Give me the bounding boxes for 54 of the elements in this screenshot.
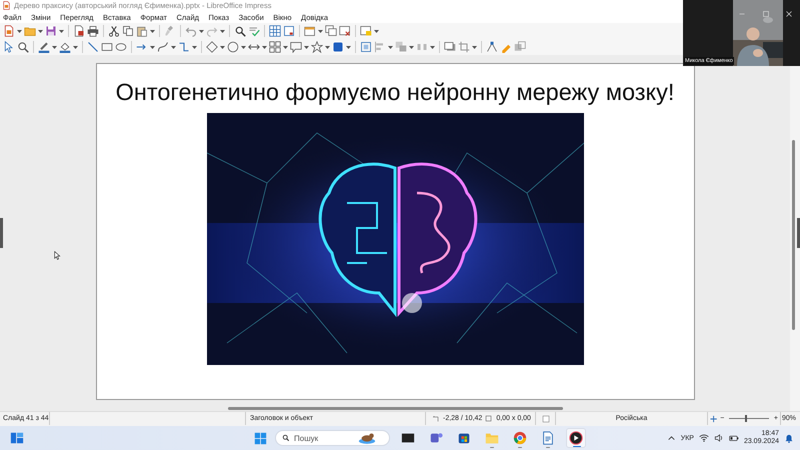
paste-icon[interactable] — [136, 25, 148, 37]
find-replace-icon[interactable] — [234, 25, 246, 37]
line-icon[interactable] — [87, 41, 99, 53]
shadow-icon[interactable] — [444, 41, 456, 53]
position-icon — [432, 414, 440, 422]
fill-color-icon[interactable] — [59, 41, 71, 53]
callout-icon[interactable] — [290, 41, 302, 53]
start-icon[interactable] — [254, 432, 267, 444]
save-icon[interactable] — [45, 25, 57, 37]
transform-icon[interactable] — [360, 41, 372, 53]
curve-icon[interactable] — [157, 41, 169, 53]
slide-transition-icon[interactable] — [360, 25, 372, 37]
points-icon[interactable] — [486, 41, 498, 53]
widgets-icon[interactable] — [10, 431, 24, 445]
copy-icon[interactable] — [122, 25, 134, 37]
export-document-icon[interactable] — [73, 25, 85, 37]
slide-icon[interactable] — [283, 25, 295, 37]
search-field[interactable]: Пошук — [294, 434, 354, 442]
spellcheck-icon[interactable] — [248, 25, 260, 37]
search-bar[interactable]: Пошук — [275, 430, 390, 446]
ellipse-icon[interactable] — [115, 41, 127, 53]
horizontal-scrollbar[interactable] — [228, 407, 563, 410]
vertical-scrollbar[interactable] — [792, 140, 795, 330]
zoom-icon[interactable] — [17, 41, 29, 53]
duplicate-slide-icon[interactable] — [325, 25, 337, 37]
mouse-pointer-icon — [53, 251, 62, 260]
delete-slide-icon[interactable] — [339, 25, 351, 37]
scissors-icon[interactable] — [108, 25, 120, 37]
size-icon — [485, 414, 494, 422]
slide-title: Онтогенетично формуємо нейронну мережу мозку! — [116, 78, 674, 107]
diamond-icon[interactable] — [206, 41, 218, 53]
grid-icon[interactable] — [269, 25, 281, 37]
connector-icon[interactable] — [178, 41, 190, 53]
speaker-icon[interactable] — [714, 433, 724, 443]
sidebar-handle[interactable] — [797, 218, 800, 248]
slide-layout-icon[interactable] — [304, 25, 316, 37]
pointer-icon[interactable] — [3, 41, 15, 53]
cube-icon[interactable] — [332, 41, 344, 53]
sidebar-handle[interactable] — [0, 218, 3, 248]
flowchart-icon[interactable] — [269, 41, 281, 53]
new-document-icon[interactable] — [3, 25, 15, 37]
line-color-icon[interactable] — [38, 41, 50, 53]
bell-icon[interactable] — [784, 433, 794, 443]
otter-drawing — [358, 431, 376, 445]
close-icon[interactable] — [785, 10, 793, 18]
rectangle-icon[interactable] — [101, 41, 113, 53]
fit-slide-icon[interactable] — [710, 414, 718, 422]
wifi-icon[interactable] — [698, 433, 709, 443]
star-icon[interactable] — [311, 41, 323, 53]
chevron-up-icon[interactable] — [666, 434, 676, 442]
battery-icon[interactable] — [728, 433, 739, 443]
printer-icon[interactable] — [87, 25, 99, 37]
search-icon — [282, 434, 290, 442]
extrusion-icon[interactable] — [514, 41, 526, 53]
